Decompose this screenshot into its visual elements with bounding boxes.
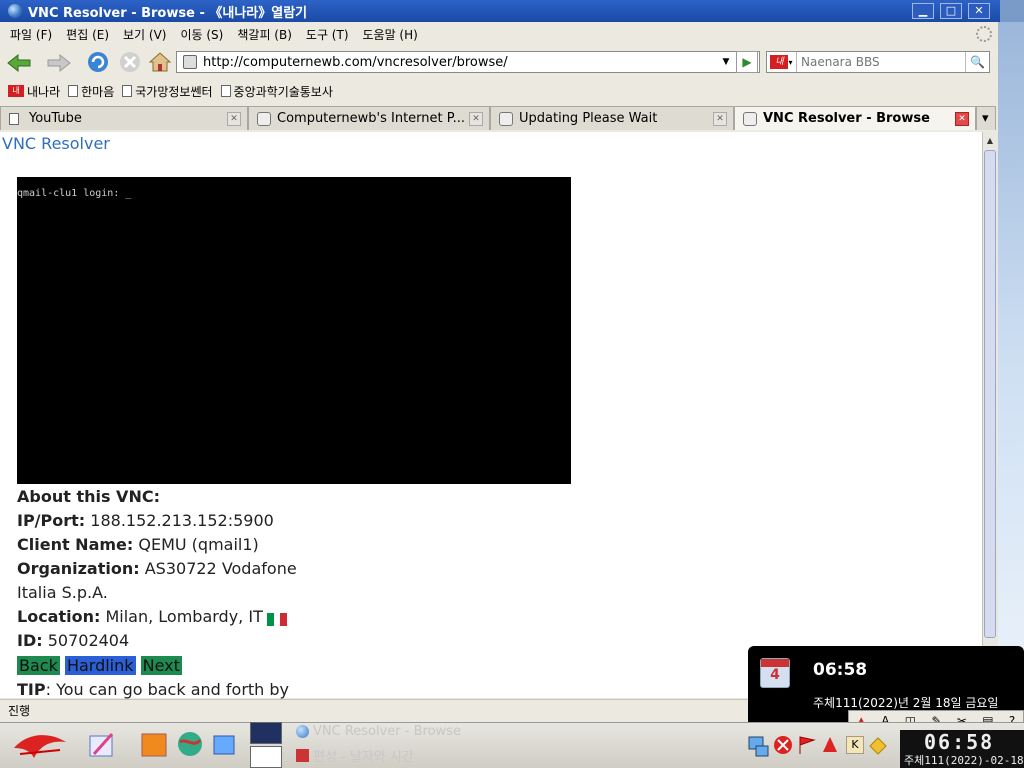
bookmark-item[interactable]: 내 내나라: [8, 83, 60, 100]
text-editor-icon[interactable]: [84, 728, 118, 762]
calendar-icon: [296, 749, 309, 762]
page-icon: [9, 112, 19, 125]
workspace-2[interactable]: [250, 746, 282, 768]
organization-row-cont: Italia S.p.A.: [17, 583, 108, 602]
organization-row: Organization: AS30722 Vodafone: [17, 559, 297, 578]
search-engine-selector[interactable]: 내 ▾: [767, 52, 797, 72]
hardlink-link[interactable]: Hardlink: [64, 656, 136, 675]
flag-icon[interactable]: [796, 734, 818, 756]
menu-file[interactable]: 파일 (F): [10, 26, 52, 43]
globe-icon: [8, 4, 22, 18]
tab-vnc-resolver[interactable]: VNC Resolver - Browse ✕: [734, 106, 976, 130]
notification-icon[interactable]: [820, 734, 840, 756]
clock-date: 주체111(2022)년 2월 18일 금요일: [813, 696, 999, 710]
scroll-up-icon[interactable]: ▲: [984, 136, 996, 148]
clipboard-icon[interactable]: [866, 734, 888, 756]
network-icon: [743, 111, 757, 126]
vnc-console-text: qmail-clu1 login: _: [17, 188, 132, 199]
clock-time: 06:58: [813, 660, 868, 680]
back-icon[interactable]: [6, 53, 32, 73]
page-icon: [122, 85, 133, 97]
search-input[interactable]: [801, 55, 961, 69]
page-icon: [220, 85, 231, 97]
network-icon: [499, 111, 513, 126]
network-error-icon[interactable]: [772, 734, 794, 756]
taskbar-item-datetime[interactable]: 편성 - 날자와 시간: [296, 746, 414, 765]
tab-updating[interactable]: Updating Please Wait ✕: [490, 106, 734, 130]
tab-close-icon[interactable]: ✕: [955, 112, 969, 126]
network-status-icon[interactable]: [746, 734, 770, 758]
close-button[interactable]: ✕: [968, 3, 990, 19]
calendar-icon: 4: [760, 658, 790, 688]
desktop-background: [998, 22, 1024, 722]
ip-port-row: IP/Port: 188.152.213.152:5900: [17, 511, 274, 530]
tab-close-icon[interactable]: ✕: [469, 112, 483, 126]
stop-icon[interactable]: [118, 50, 142, 74]
url-dropdown-icon[interactable]: ▼: [718, 51, 734, 73]
back-link[interactable]: Back: [17, 656, 60, 675]
globe-icon: [296, 725, 309, 738]
home-icon[interactable]: [148, 50, 172, 74]
tab-computernewb[interactable]: Computernewb's Internet P... ✕: [248, 106, 490, 130]
italy-flag-icon: [266, 611, 287, 626]
scrollbar-thumb[interactable]: [984, 150, 996, 638]
bookmark-item[interactable]: 중앙과학기술통보사: [220, 83, 333, 100]
tab-strip: YouTube ✕ Computernewb's Internet P... ✕…: [0, 106, 998, 130]
bookmarks-bar: 내 내나라 한마음 국가망정보쎈터 중앙과학기술통보사: [0, 80, 998, 102]
go-button[interactable]: ▶: [736, 51, 758, 73]
maximize-button[interactable]: □: [940, 3, 962, 19]
site-icon: [183, 55, 197, 69]
search-bar[interactable]: 내▾ 🔍: [766, 51, 990, 73]
bookmark-item[interactable]: 한마음: [68, 83, 114, 100]
menu-tools[interactable]: 도구 (T): [306, 26, 349, 43]
window-title-bar: VNC Resolver - Browse - 《내나라》열람기: [0, 0, 1000, 22]
tab-youtube[interactable]: YouTube ✕: [0, 106, 248, 130]
keyboard-layout-icon[interactable]: K: [846, 736, 864, 754]
tab-close-icon[interactable]: ✕: [713, 112, 727, 126]
network-icon: [257, 111, 271, 126]
about-heading: About this VNC:: [17, 487, 160, 506]
menu-view[interactable]: 보기 (V): [123, 26, 166, 43]
tip-row: TIP: You can go back and forth by: [17, 680, 290, 699]
page-icon: [68, 85, 79, 97]
naenara-logo-icon: 내: [770, 55, 789, 69]
window-title: VNC Resolver - Browse - 《내나라》열람기: [28, 5, 308, 21]
minimize-button[interactable]: ▁: [912, 3, 934, 19]
file-manager-icon[interactable]: [138, 728, 170, 760]
forward-icon[interactable]: [46, 53, 72, 73]
bookmark-item[interactable]: 국가망정보쎈터: [122, 83, 213, 100]
menu-edit[interactable]: 편집 (E): [66, 26, 109, 43]
throbber-icon: [976, 26, 992, 42]
menu-bar: 파일 (F) 편집 (E) 보기 (V) 이동 (S) 책갈피 (B) 도구 (…: [0, 22, 998, 46]
location-row: Location: Milan, Lombardy, IT: [17, 607, 287, 626]
vnc-screenshot: [17, 177, 571, 484]
id-row: ID: 50702404: [17, 631, 130, 650]
address-bar[interactable]: http://computernewb.com/vncresolver/brow…: [176, 51, 760, 73]
nav-buttons: Back Hardlink Next: [17, 656, 182, 675]
tab-list-button[interactable]: ▾: [976, 106, 996, 130]
reload-icon[interactable]: [86, 50, 110, 74]
media-player-icon[interactable]: [210, 730, 238, 758]
next-link[interactable]: Next: [140, 656, 182, 675]
tray-clock[interactable]: 06:58 주체111(2022)-02-18: [900, 730, 1024, 768]
workspace-1[interactable]: [250, 722, 282, 744]
taskbar-item-browser[interactable]: VNC Resolver - Browse: [296, 724, 461, 739]
menu-go[interactable]: 이동 (S): [180, 26, 223, 43]
page-title[interactable]: VNC Resolver: [2, 134, 110, 153]
naenara-logo-icon: 내: [8, 85, 24, 97]
menu-help[interactable]: 도움말 (H): [363, 26, 418, 43]
browser-globe-icon[interactable]: [176, 730, 204, 758]
client-name-row: Client Name: QEMU (qmail1): [17, 535, 259, 554]
start-menu-icon[interactable]: [10, 728, 70, 762]
search-icon[interactable]: 🔍: [965, 52, 989, 72]
tab-close-icon[interactable]: ✕: [227, 112, 241, 126]
url-text: http://computernewb.com/vncresolver/brow…: [203, 54, 508, 70]
menu-bookmarks[interactable]: 책갈피 (B): [237, 26, 292, 43]
